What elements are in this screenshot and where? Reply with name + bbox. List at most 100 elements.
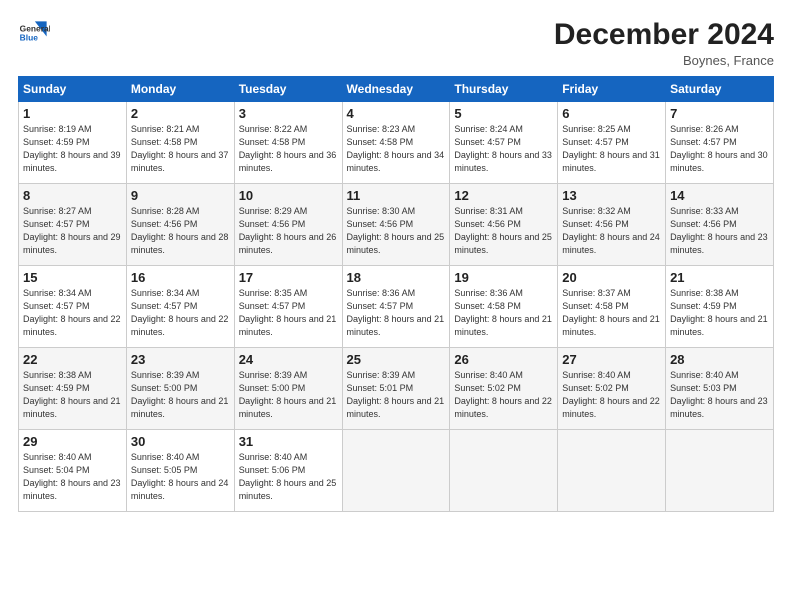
day-number: 8 xyxy=(23,188,122,203)
day-header-friday: Friday xyxy=(558,77,666,102)
day-cell: 28Sunrise: 8:40 AMSunset: 5:03 PMDayligh… xyxy=(666,348,774,430)
day-cell xyxy=(558,430,666,512)
day-info: Sunrise: 8:36 AMSunset: 4:58 PMDaylight:… xyxy=(454,288,552,337)
day-cell: 29Sunrise: 8:40 AMSunset: 5:04 PMDayligh… xyxy=(19,430,127,512)
day-header-wednesday: Wednesday xyxy=(342,77,450,102)
week-row-5: 29Sunrise: 8:40 AMSunset: 5:04 PMDayligh… xyxy=(19,430,774,512)
day-cell xyxy=(342,430,450,512)
day-info: Sunrise: 8:38 AMSunset: 4:59 PMDaylight:… xyxy=(23,370,121,419)
day-cell: 30Sunrise: 8:40 AMSunset: 5:05 PMDayligh… xyxy=(126,430,234,512)
day-cell: 25Sunrise: 8:39 AMSunset: 5:01 PMDayligh… xyxy=(342,348,450,430)
day-number: 3 xyxy=(239,106,338,121)
day-info: Sunrise: 8:34 AMSunset: 4:57 PMDaylight:… xyxy=(23,288,121,337)
week-row-1: 1Sunrise: 8:19 AMSunset: 4:59 PMDaylight… xyxy=(19,102,774,184)
day-number: 26 xyxy=(454,352,553,367)
day-number: 23 xyxy=(131,352,230,367)
day-cell: 12 Sunrise: 8:31 AMSunset: 4:56 PMDayligh… xyxy=(450,184,558,266)
day-cell: 4 Sunrise: 8:23 AMSunset: 4:58 PMDaylight… xyxy=(342,102,450,184)
day-cell xyxy=(666,430,774,512)
day-info: Sunrise: 8:34 AMSunset: 4:57 PMDaylight:… xyxy=(131,288,229,337)
day-number: 5 xyxy=(454,106,553,121)
day-info: Sunrise: 8:30 AMSunset: 4:56 PMDaylight:… xyxy=(347,206,445,255)
day-number: 16 xyxy=(131,270,230,285)
calendar-table: SundayMondayTuesdayWednesdayThursdayFrid… xyxy=(18,76,774,512)
day-cell: 15 Sunrise: 8:34 AMSunset: 4:57 PMDayligh… xyxy=(19,266,127,348)
day-cell: 17 Sunrise: 8:35 AMSunset: 4:57 PMDayligh… xyxy=(234,266,342,348)
day-cell: 22 Sunrise: 8:38 AMSunset: 4:59 PMDayligh… xyxy=(19,348,127,430)
day-cell: 23 Sunrise: 8:39 AMSunset: 5:00 PMDayligh… xyxy=(126,348,234,430)
day-info: Sunrise: 8:40 AMSunset: 5:02 PMDaylight:… xyxy=(454,370,552,419)
day-info: Sunrise: 8:25 AMSunset: 4:57 PMDaylight:… xyxy=(562,124,660,173)
day-info: Sunrise: 8:32 AMSunset: 4:56 PMDaylight:… xyxy=(562,206,660,255)
day-number: 4 xyxy=(347,106,446,121)
page: General Blue December 2024 Boynes, Franc… xyxy=(0,0,792,612)
day-info: Sunrise: 8:39 AMSunset: 5:01 PMDaylight:… xyxy=(347,370,445,419)
week-row-2: 8 Sunrise: 8:27 AMSunset: 4:57 PMDaylight… xyxy=(19,184,774,266)
day-info: Sunrise: 8:29 AMSunset: 4:56 PMDaylight:… xyxy=(239,206,337,255)
day-number: 20 xyxy=(562,270,661,285)
day-cell: 13 Sunrise: 8:32 AMSunset: 4:56 PMDayligh… xyxy=(558,184,666,266)
day-cell: 21 Sunrise: 8:38 AMSunset: 4:59 PMDayligh… xyxy=(666,266,774,348)
day-cell: 20 Sunrise: 8:37 AMSunset: 4:58 PMDayligh… xyxy=(558,266,666,348)
week-row-3: 15 Sunrise: 8:34 AMSunset: 4:57 PMDayligh… xyxy=(19,266,774,348)
day-cell: 27Sunrise: 8:40 AMSunset: 5:02 PMDayligh… xyxy=(558,348,666,430)
day-header-saturday: Saturday xyxy=(666,77,774,102)
header-row: SundayMondayTuesdayWednesdayThursdayFrid… xyxy=(19,77,774,102)
title-block: December 2024 Boynes, France xyxy=(554,18,774,68)
day-info: Sunrise: 8:21 AMSunset: 4:58 PMDaylight:… xyxy=(131,124,229,173)
day-info: Sunrise: 8:39 AMSunset: 5:00 PMDaylight:… xyxy=(131,370,229,419)
day-number: 12 xyxy=(454,188,553,203)
svg-text:Blue: Blue xyxy=(20,33,39,43)
day-number: 31 xyxy=(239,434,338,449)
day-number: 30 xyxy=(131,434,230,449)
header: General Blue December 2024 Boynes, Franc… xyxy=(18,18,774,68)
day-number: 17 xyxy=(239,270,338,285)
day-header-sunday: Sunday xyxy=(19,77,127,102)
day-number: 10 xyxy=(239,188,338,203)
day-info: Sunrise: 8:39 AMSunset: 5:00 PMDaylight:… xyxy=(239,370,337,419)
day-cell: 31 Sunrise: 8:40 AMSunset: 5:06 PMDayligh… xyxy=(234,430,342,512)
day-number: 29 xyxy=(23,434,122,449)
day-header-thursday: Thursday xyxy=(450,77,558,102)
day-info: Sunrise: 8:38 AMSunset: 4:59 PMDaylight:… xyxy=(670,288,768,337)
day-number: 1 xyxy=(23,106,122,121)
day-cell: 26 Sunrise: 8:40 AMSunset: 5:02 PMDayligh… xyxy=(450,348,558,430)
day-number: 14 xyxy=(670,188,769,203)
day-number: 24 xyxy=(239,352,338,367)
location: Boynes, France xyxy=(554,53,774,68)
day-cell: 9Sunrise: 8:28 AMSunset: 4:56 PMDaylight… xyxy=(126,184,234,266)
day-info: Sunrise: 8:36 AMSunset: 4:57 PMDaylight:… xyxy=(347,288,445,337)
day-cell: 3 Sunrise: 8:22 AMSunset: 4:58 PMDaylight… xyxy=(234,102,342,184)
logo: General Blue xyxy=(18,18,50,50)
day-info: Sunrise: 8:31 AMSunset: 4:56 PMDaylight:… xyxy=(454,206,552,255)
day-cell: 10 Sunrise: 8:29 AMSunset: 4:56 PMDayligh… xyxy=(234,184,342,266)
day-cell: 1Sunrise: 8:19 AMSunset: 4:59 PMDaylight… xyxy=(19,102,127,184)
day-header-tuesday: Tuesday xyxy=(234,77,342,102)
day-number: 11 xyxy=(347,188,446,203)
day-info: Sunrise: 8:40 AMSunset: 5:02 PMDaylight:… xyxy=(562,370,660,419)
day-info: Sunrise: 8:27 AMSunset: 4:57 PMDaylight:… xyxy=(23,206,121,255)
day-info: Sunrise: 8:40 AMSunset: 5:06 PMDaylight:… xyxy=(239,452,337,501)
day-cell: 5 Sunrise: 8:24 AMSunset: 4:57 PMDaylight… xyxy=(450,102,558,184)
day-header-monday: Monday xyxy=(126,77,234,102)
day-number: 21 xyxy=(670,270,769,285)
day-number: 2 xyxy=(131,106,230,121)
day-info: Sunrise: 8:23 AMSunset: 4:58 PMDaylight:… xyxy=(347,124,445,173)
day-cell: 11 Sunrise: 8:30 AMSunset: 4:56 PMDayligh… xyxy=(342,184,450,266)
day-info: Sunrise: 8:35 AMSunset: 4:57 PMDaylight:… xyxy=(239,288,337,337)
day-number: 15 xyxy=(23,270,122,285)
day-info: Sunrise: 8:40 AMSunset: 5:03 PMDaylight:… xyxy=(670,370,768,419)
day-cell: 24 Sunrise: 8:39 AMSunset: 5:00 PMDayligh… xyxy=(234,348,342,430)
day-number: 18 xyxy=(347,270,446,285)
day-number: 19 xyxy=(454,270,553,285)
month-title: December 2024 xyxy=(554,18,774,51)
day-info: Sunrise: 8:24 AMSunset: 4:57 PMDaylight:… xyxy=(454,124,552,173)
day-info: Sunrise: 8:22 AMSunset: 4:58 PMDaylight:… xyxy=(239,124,337,173)
logo-icon: General Blue xyxy=(18,18,50,50)
day-number: 22 xyxy=(23,352,122,367)
day-number: 9 xyxy=(131,188,230,203)
day-cell: 16 Sunrise: 8:34 AMSunset: 4:57 PMDayligh… xyxy=(126,266,234,348)
day-info: Sunrise: 8:37 AMSunset: 4:58 PMDaylight:… xyxy=(562,288,660,337)
day-number: 13 xyxy=(562,188,661,203)
day-info: Sunrise: 8:26 AMSunset: 4:57 PMDaylight:… xyxy=(670,124,768,173)
